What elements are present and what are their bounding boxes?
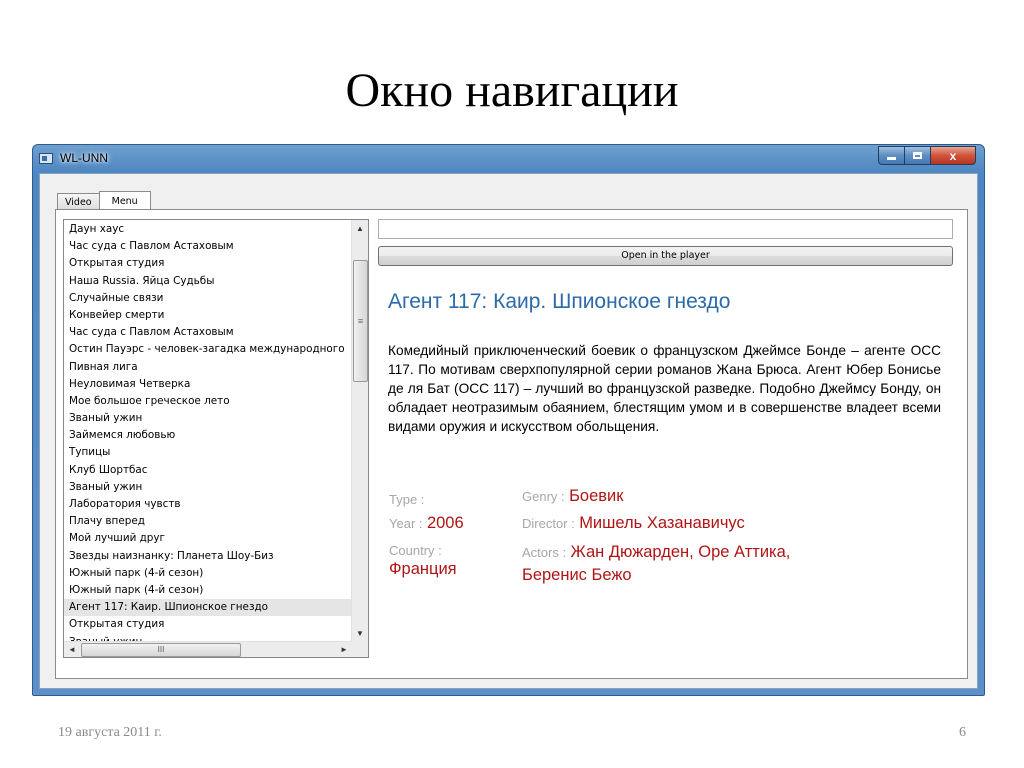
minimize-icon xyxy=(887,157,896,160)
list-item[interactable]: Остин Пауэрс - человек-загадка междунаро… xyxy=(64,341,352,358)
caption-buttons: x xyxy=(878,146,976,165)
list-item[interactable]: Агент 117: Каир. Шпионское гнездо xyxy=(64,599,352,617)
director-value: Мишель Хазанавичус xyxy=(579,514,745,532)
maximize-button[interactable] xyxy=(905,146,931,165)
movie-list-items: Даун хаус Час суда с Павлом Астаховым Откр… xyxy=(64,221,352,643)
app-icon xyxy=(39,153,53,164)
director-label: Director : xyxy=(522,516,575,531)
list-item[interactable]: Наша Russia. Яйца Судьбы xyxy=(64,273,352,290)
list-item[interactable]: Открытая студия xyxy=(64,616,352,633)
list-item[interactable]: Лаборатория чувств xyxy=(64,496,352,513)
url-input[interactable] xyxy=(378,219,953,239)
list-item[interactable]: Конвейер смерти xyxy=(64,307,352,324)
tab-video[interactable]: Video xyxy=(57,193,100,210)
genre-field: Genry : Боевик xyxy=(522,487,623,506)
country-value: Франция xyxy=(389,560,457,578)
list-item[interactable]: Тупицы xyxy=(64,444,352,461)
menu-tab-panel: Даун хаус Час суда с Павлом Астаховым Откр… xyxy=(55,209,968,679)
scroll-left-arrow-icon[interactable]: ◄ xyxy=(64,642,80,657)
scroll-up-arrow-icon[interactable]: ▲ xyxy=(352,220,368,237)
list-item[interactable]: Мое большое греческое лето xyxy=(64,393,352,410)
list-item[interactable]: Займемся любовью xyxy=(64,427,352,444)
slide-title: Окно навигации xyxy=(345,64,679,117)
vertical-scroll-thumb[interactable]: ≡ xyxy=(353,260,368,382)
list-item[interactable]: Званый ужин xyxy=(64,479,352,496)
type-field: Type : xyxy=(389,490,424,509)
director-field: Director : Мишель Хазанавичус xyxy=(522,514,745,533)
maximize-icon xyxy=(913,152,922,159)
actors-value-continued: Беренис Бежо xyxy=(522,566,632,584)
country-label: Country : xyxy=(389,543,442,558)
list-item[interactable]: Звезды наизнанку: Планета Шоу-Биз xyxy=(64,548,352,565)
country-field: Country : Франция xyxy=(389,543,457,579)
horizontal-scroll-thumb[interactable]: III xyxy=(81,643,241,657)
open-in-player-button[interactable]: Open in the player xyxy=(378,246,953,266)
list-item[interactable]: Мой лучший друг xyxy=(64,530,352,547)
year-value: 2006 xyxy=(426,514,464,532)
tab-strip: Video Menu xyxy=(57,190,151,211)
movie-listbox[interactable]: Даун хаус Час суда с Павлом Астаховым Откр… xyxy=(63,219,369,658)
tab-menu[interactable]: Menu xyxy=(98,191,151,211)
list-item[interactable]: Час суда с Павлом Астаховым xyxy=(64,238,352,255)
title-bar[interactable]: WL-UNN x xyxy=(33,145,984,173)
movie-title: Агент 117: Каир. Шпионское гнездо xyxy=(388,290,731,313)
list-item[interactable]: Плачу вперед xyxy=(64,513,352,530)
scroll-right-arrow-icon[interactable]: ► xyxy=(336,642,352,657)
slide-date: 19 августа 2011 г. xyxy=(58,725,162,740)
actors-field: Actors : Жан Дюжарден, Оре Аттика, Берен… xyxy=(522,541,790,586)
year-label: Year : xyxy=(389,516,423,531)
actors-label: Actors : xyxy=(522,545,567,560)
genre-label: Genry : xyxy=(522,489,565,504)
scroll-down-arrow-icon[interactable]: ▼ xyxy=(352,625,368,642)
list-item[interactable]: Пивная лига xyxy=(64,359,352,376)
movie-description: Комедийный приключенческий боевик о фран… xyxy=(388,343,941,434)
type-label: Type : xyxy=(389,492,425,507)
window-title: WL-UNN xyxy=(60,151,108,165)
list-item[interactable]: Даун хаус xyxy=(64,221,352,238)
horizontal-scrollbar[interactable]: ◄ III ► xyxy=(64,641,352,657)
close-button[interactable]: x xyxy=(931,146,976,165)
list-item[interactable]: Званый ужин xyxy=(64,410,352,427)
scroll-grip-icon: ≡ xyxy=(357,316,364,326)
close-icon: x xyxy=(949,148,957,163)
list-item[interactable]: Открытая студия xyxy=(64,255,352,272)
minimize-button[interactable] xyxy=(878,146,905,165)
list-item[interactable]: Южный парк (4-й сезон) xyxy=(64,582,352,599)
list-item[interactable]: Случайные связи xyxy=(64,290,352,307)
window-client-area: Video Menu Даун хаус Час суда с Павлом Ас… xyxy=(39,173,978,689)
slide-page-number: 6 xyxy=(959,725,966,740)
list-item[interactable]: Неуловимая Четверка xyxy=(64,376,352,393)
app-window: WL-UNN x Video Menu Даун хаус Час суда с … xyxy=(32,144,985,696)
scroll-corner xyxy=(351,641,368,657)
year-field: Year : 2006 xyxy=(389,514,464,533)
list-item[interactable]: Клуб Шортбас xyxy=(64,462,352,479)
list-item[interactable]: Южный парк (4-й сезон) xyxy=(64,565,352,582)
vertical-scrollbar[interactable]: ▲ ≡ ▼ xyxy=(351,220,368,642)
genre-value: Боевик xyxy=(569,487,624,505)
actors-value: Жан Дюжарден, Оре Аттика, xyxy=(570,543,791,561)
list-item[interactable]: Час суда с Павлом Астаховым xyxy=(64,324,352,341)
